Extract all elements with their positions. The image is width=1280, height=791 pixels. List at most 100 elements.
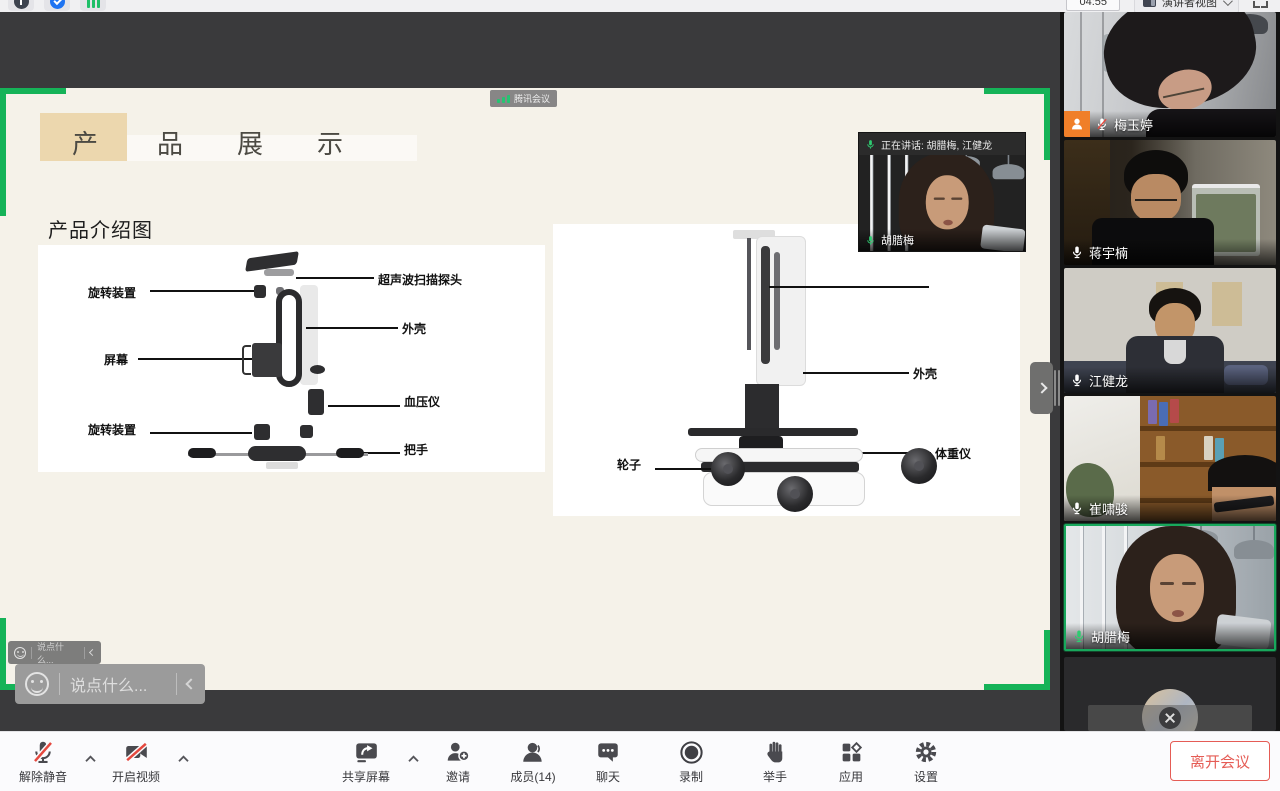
- meeting-info-button[interactable]: [8, 0, 34, 11]
- label-bp: 血压仪: [404, 393, 440, 410]
- members-icon: [520, 738, 546, 766]
- small-part: [300, 425, 313, 438]
- emoji-icon[interactable]: [14, 647, 26, 659]
- handle-center-part: [248, 446, 306, 461]
- slide-title-char-2: 品: [155, 124, 185, 161]
- chat-placeholder-small[interactable]: 说点什么...: [37, 640, 79, 666]
- leader-line: [150, 290, 254, 292]
- bp-cap-part: [310, 365, 325, 374]
- chat-bubble-mini[interactable]: 说点什么...: [8, 641, 101, 664]
- chat-button[interactable]: 聊天: [570, 738, 646, 785]
- participant-tile[interactable]: 梅玉婷: [1064, 12, 1276, 137]
- sidebar-collapse-button[interactable]: [1030, 362, 1053, 414]
- security-button[interactable]: [44, 0, 70, 11]
- rod-part: [747, 238, 751, 350]
- record-icon: [678, 738, 705, 766]
- share-options-chevron[interactable]: [405, 752, 421, 764]
- video-frame: [1064, 657, 1276, 731]
- invite-button[interactable]: 邀请: [420, 738, 496, 785]
- participant-tile[interactable]: 江健龙: [1064, 268, 1276, 393]
- pole-part: [745, 384, 779, 430]
- share-source-badge: 腾讯会议: [490, 90, 557, 107]
- share-badge-label: 腾讯会议: [514, 92, 550, 105]
- members-button[interactable]: 成员(14): [495, 738, 571, 785]
- unmute-button[interactable]: 解除静音: [5, 738, 81, 785]
- start-video-button[interactable]: 开启视频: [98, 738, 174, 785]
- participant-name: 崔啸骏: [1089, 499, 1128, 518]
- video-options-chevron[interactable]: [175, 752, 191, 764]
- speaker-name: 胡腊梅: [881, 232, 914, 248]
- collapse-chat-icon[interactable]: [89, 649, 96, 656]
- members-label: 成员(14): [510, 768, 555, 785]
- share-screen-button[interactable]: 共享屏幕: [328, 738, 404, 785]
- chat-placeholder[interactable]: 说点什么...: [70, 672, 166, 696]
- divider: [84, 647, 85, 659]
- slide-title-char-4: 示: [315, 124, 345, 161]
- name-tag: 崔啸骏: [1064, 495, 1276, 521]
- participant-tile-active-speaker[interactable]: 胡腊梅: [1064, 524, 1276, 651]
- screen-part: [252, 343, 282, 377]
- chat-input-bar[interactable]: 说点什么...: [15, 664, 205, 704]
- apps-button[interactable]: 应用: [813, 738, 889, 785]
- participant-name: 江健龙: [1089, 371, 1128, 390]
- leader-line: [150, 432, 252, 434]
- raise-hand-button[interactable]: 举手: [737, 738, 813, 785]
- name-tag: 胡腊梅: [1066, 623, 1274, 649]
- rotate2-part: [254, 424, 270, 440]
- record-button[interactable]: 录制: [653, 738, 729, 785]
- info-icon: [14, 0, 29, 9]
- share-screen-icon: [353, 738, 379, 766]
- diagram-left-panel: 超声波扫描探头 旋转装置 外壳 屏幕 血压仪 旋转装置: [38, 245, 545, 472]
- start-video-label: 开启视频: [112, 768, 160, 785]
- leader-line: [803, 372, 909, 374]
- meeting-toolbar: 解除静音 开启视频: [0, 731, 1280, 791]
- active-speaker-overlay[interactable]: 正在讲话: 胡腊梅, 江健龙: [858, 132, 1026, 252]
- flange-part: [688, 428, 858, 436]
- fullscreen-button[interactable]: [1253, 0, 1268, 8]
- speaker-view-icon: [1143, 0, 1156, 7]
- handle-grip-left-part: [188, 448, 216, 458]
- participant-tile-camera-off[interactable]: [1064, 657, 1276, 731]
- bp-part: [308, 389, 324, 415]
- leave-meeting-button[interactable]: 离开会议: [1170, 741, 1270, 781]
- raise-hand-label: 举手: [763, 768, 787, 785]
- participant-name: 梅玉婷: [1114, 115, 1153, 134]
- emoji-icon[interactable]: [25, 672, 49, 696]
- camera-off-icon: [123, 738, 150, 766]
- chat-icon: [595, 738, 621, 766]
- unmute-label: 解除静音: [19, 768, 67, 785]
- slide-title-char-3: 展: [235, 124, 265, 161]
- leader-line: [655, 468, 713, 470]
- sidebar-splitter-handle[interactable]: [1054, 370, 1060, 406]
- name-tag: 江健龙: [1064, 367, 1276, 393]
- mic-speaking-icon: [865, 235, 876, 246]
- collapse-chat-icon[interactable]: [185, 678, 196, 689]
- mic-icon: [1070, 373, 1084, 387]
- view-mode-dropdown[interactable]: 演讲者视图: [1134, 0, 1239, 12]
- participants-sidebar: 梅玉婷 蒋宇楠: [1060, 12, 1280, 731]
- apps-label: 应用: [839, 768, 863, 785]
- leader-line: [296, 277, 374, 279]
- name-tag: 胡腊梅: [859, 229, 1025, 251]
- settings-button[interactable]: 设置: [888, 738, 964, 785]
- name-tag: 梅玉婷: [1064, 111, 1276, 137]
- probe-base-part: [264, 269, 294, 276]
- network-button[interactable]: [80, 0, 106, 11]
- participant-name: 胡腊梅: [1091, 627, 1130, 646]
- divider: [31, 647, 32, 659]
- wheel-part: [711, 452, 745, 486]
- participant-tile[interactable]: 崔啸骏: [1064, 396, 1276, 521]
- leader-line: [306, 327, 398, 329]
- participant-tile[interactable]: 蒋宇楠: [1064, 140, 1276, 265]
- speaker-video: 胡腊梅: [859, 155, 1025, 251]
- audio-options-chevron[interactable]: [82, 752, 98, 764]
- meeting-window: 04:55 演讲者视图 腾讯会议 产 品 展: [0, 0, 1280, 791]
- speaking-label: 正在讲话: 胡腊梅, 江健龙: [881, 137, 992, 152]
- meeting-timer: 04:55: [1066, 0, 1120, 11]
- divider: [59, 673, 60, 695]
- signal-icon: [497, 95, 510, 103]
- screen-bracket-part: [242, 345, 251, 375]
- handle-base-part: [266, 462, 298, 469]
- label-rotate1: 旋转装置: [88, 284, 136, 301]
- view-mode-label: 演讲者视图: [1162, 0, 1217, 10]
